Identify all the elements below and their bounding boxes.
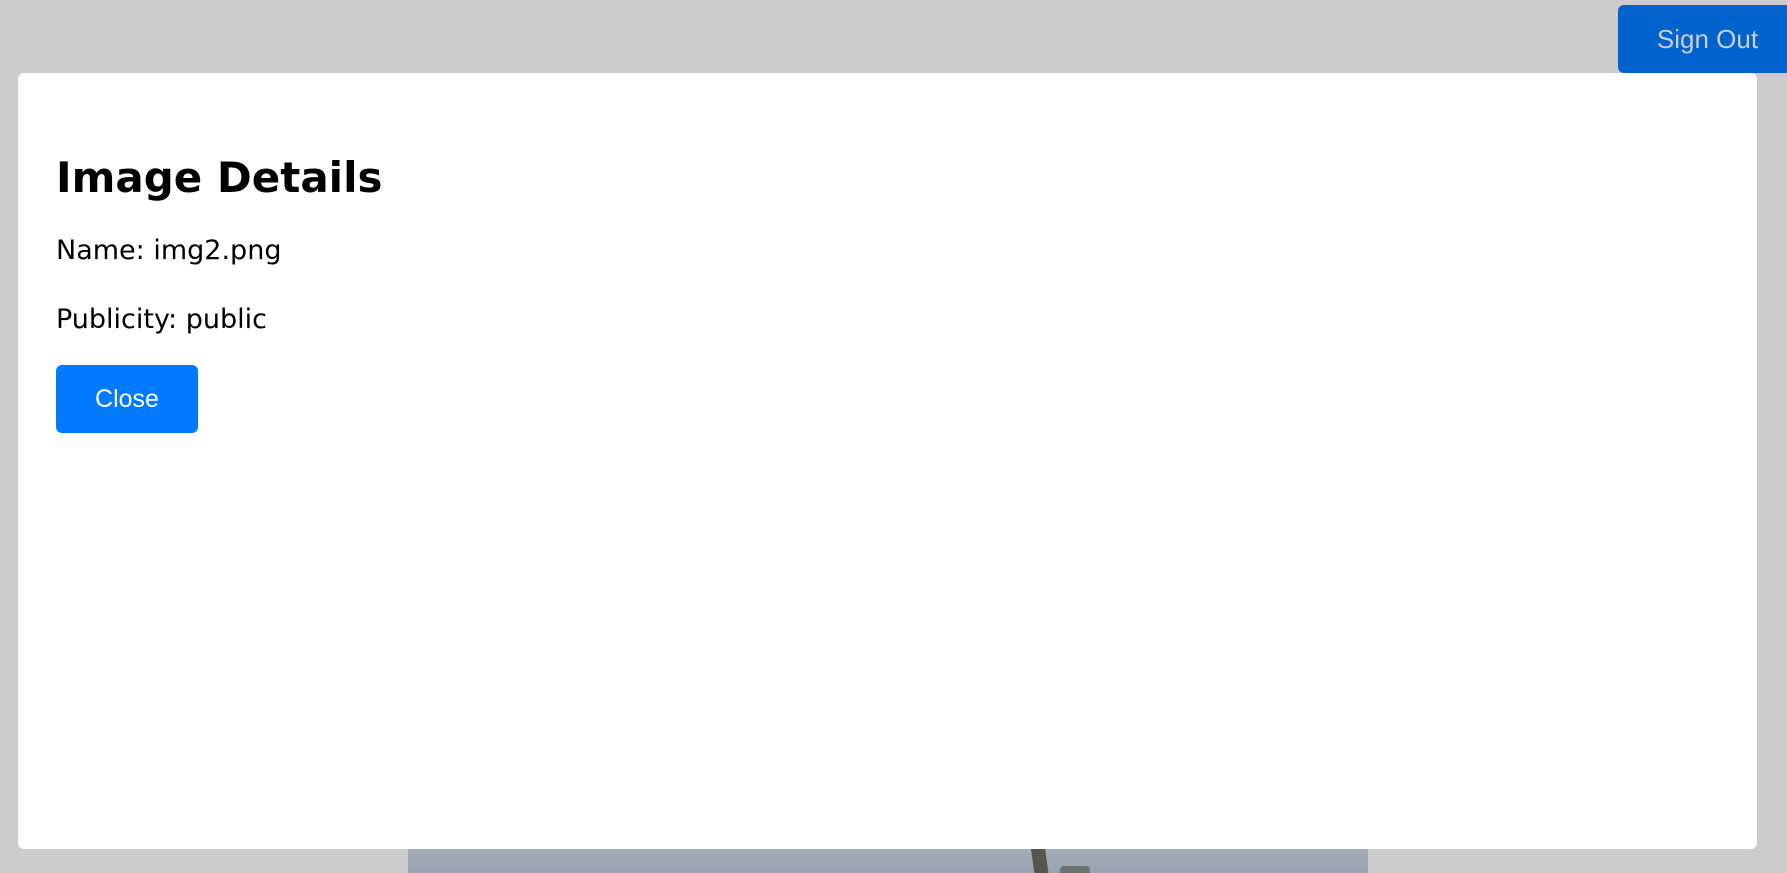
image-details-modal: Image Details Name: img2.png Publicity: … [18,73,1757,849]
image-publicity-line: Publicity: public [56,304,1719,335]
image-name-label: Name: [56,235,145,267]
modal-title: Image Details [56,153,383,202]
image-name-value: img2.png [153,235,282,267]
close-button[interactable]: Close [56,365,198,434]
image-name-line: Name: img2.png [56,235,1719,266]
image-publicity-value: public [185,304,267,336]
image-publicity-label: Publicity: [56,304,178,336]
